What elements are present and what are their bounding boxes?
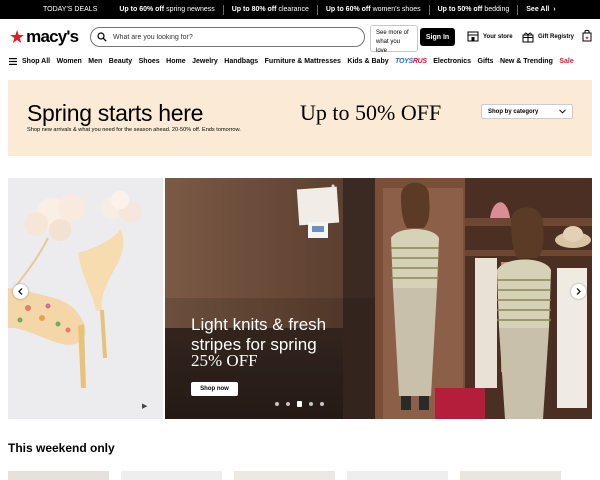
weekend-section-title: This weekend only	[8, 441, 115, 455]
shoe-product-image[interactable]	[8, 178, 163, 419]
promo-deal-1[interactable]: Up to 60% off spring newness	[111, 0, 222, 19]
weekend-card[interactable]	[121, 471, 222, 480]
carousel-dot[interactable]	[320, 402, 324, 406]
promo-deal-3[interactable]: Up to 60% off women's shoes	[318, 0, 429, 19]
promo-deal-4[interactable]: Up to 50% off bedding	[430, 0, 518, 19]
nav-item-sale[interactable]: Sale	[559, 58, 573, 65]
shop-all-menu[interactable]: Shop All	[9, 57, 50, 65]
nav-item-home[interactable]: Home	[166, 58, 185, 65]
gift-registry-link[interactable]: Gift Registry	[522, 31, 574, 43]
weekend-card[interactable]	[234, 471, 335, 480]
carousel-dot[interactable]	[275, 402, 279, 406]
your-store-link[interactable]: Your store	[467, 31, 513, 42]
shopping-bag-icon[interactable]: ★	[582, 29, 592, 47]
hero-slide-image[interactable]: Light knits & fresh stripes for spring 2…	[165, 178, 592, 419]
chevron-right-icon: ›	[553, 6, 556, 13]
promo-bar: TODAY'S DEALS Up to 60% off spring newnes…	[0, 0, 600, 19]
weekend-card[interactable]	[8, 471, 109, 480]
main-nav: Shop All Women Men Beauty Shoes Home Jew…	[0, 53, 600, 69]
menu-icon	[9, 57, 17, 65]
carousel-pagination	[275, 401, 331, 407]
carousel-prev-button[interactable]	[13, 284, 28, 299]
shop-by-category-dropdown[interactable]: Shop by category	[481, 104, 573, 119]
see-more-prompt[interactable]: See more of what you love	[370, 25, 418, 54]
nav-item-kids-baby[interactable]: Kids & Baby	[347, 58, 388, 65]
nav-item-electronics[interactable]: Electronics	[433, 58, 471, 65]
hero-offer: 25% OFF	[191, 351, 258, 370]
carousel-dot[interactable]	[309, 402, 313, 406]
weekend-cards-row	[8, 471, 592, 480]
svg-text:★: ★	[585, 35, 590, 41]
chevron-left-icon	[18, 288, 23, 295]
spring-banner[interactable]: Spring starts here Shop new arrivals & w…	[8, 80, 592, 156]
carousel-dot[interactable]	[286, 402, 290, 406]
nav-item-women[interactable]: Women	[57, 58, 82, 65]
shop-now-button[interactable]: Shop now	[191, 382, 238, 396]
store-icon	[467, 31, 479, 42]
nav-item-shoes[interactable]: Shoes	[139, 58, 160, 65]
nav-item-beauty[interactable]: Beauty	[109, 58, 132, 65]
search-icon	[97, 32, 107, 42]
site-header: ★ macy's See more of what you love Sign …	[0, 19, 600, 54]
nav-item-handbags[interactable]: Handbags	[224, 58, 258, 65]
nav-item-gifts[interactable]: Gifts	[478, 58, 494, 65]
promo-deal-2[interactable]: Up to 80% off clearance	[224, 0, 317, 19]
hero-headline: Light knits & fresh stripes for spring	[191, 315, 327, 354]
chevron-down-icon	[559, 109, 566, 114]
nav-item-new-trending[interactable]: New & Trending	[500, 58, 553, 65]
weekend-card[interactable]	[347, 471, 448, 480]
toys-r-us-logo[interactable]: TOYSRUS	[395, 58, 427, 65]
nav-item-furniture[interactable]: Furniture & Mattresses	[265, 58, 341, 65]
banner-offer: Up to 50% OFF	[300, 100, 442, 125]
gift-icon	[522, 32, 534, 43]
nav-item-jewelry[interactable]: Jewelry	[192, 58, 218, 65]
nav-item-men[interactable]: Men	[88, 58, 102, 65]
search-input[interactable]	[113, 33, 353, 41]
macys-logo[interactable]: ★ macy's	[9, 27, 79, 47]
chevron-right-icon	[576, 288, 581, 295]
see-all-deals-link[interactable]: See All ›	[518, 0, 563, 19]
sign-in-button[interactable]: Sign In	[420, 28, 455, 46]
banner-title: Spring starts here	[27, 100, 204, 126]
carousel-next-button[interactable]	[571, 284, 586, 299]
todays-deals-link[interactable]: TODAY'S DEALS	[0, 0, 111, 19]
carousel-dot-active[interactable]	[297, 401, 302, 407]
banner-subtitle: Shop new arrivals & what you need for th…	[27, 127, 241, 133]
hero-carousel: Light knits & fresh stripes for spring 2…	[8, 178, 592, 419]
star-logo-icon: ★	[9, 27, 26, 47]
search-bar[interactable]	[90, 27, 365, 47]
play-icon[interactable]: ▶	[142, 402, 147, 410]
weekend-card[interactable]	[460, 471, 561, 480]
